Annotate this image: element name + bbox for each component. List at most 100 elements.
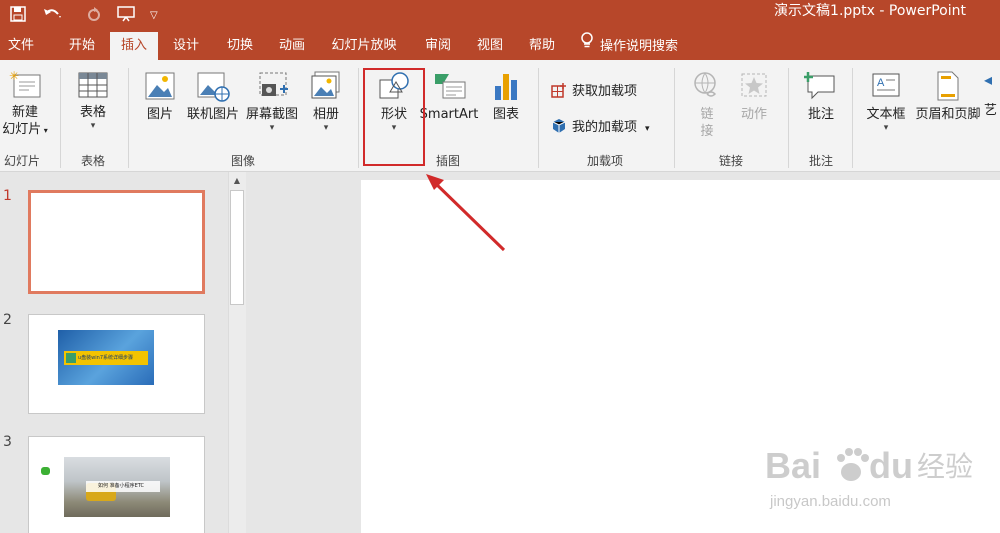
tab-slideshow[interactable]: 幻灯片放映	[324, 32, 404, 60]
action-button[interactable]: 动作	[732, 70, 776, 123]
tell-me-search[interactable]: 操作说明搜索	[580, 32, 710, 60]
ribbon-divider	[60, 68, 61, 168]
wechat-icon	[41, 467, 50, 475]
comment-label: 批注	[807, 107, 834, 122]
undo-icon[interactable]	[42, 6, 64, 26]
smartart-button[interactable]: SmartArt	[418, 70, 480, 123]
online-picture-button[interactable]: 联机图片	[184, 70, 242, 123]
my-addins-label: 我的加载项	[572, 120, 638, 135]
comment-button[interactable]: 批注	[798, 70, 844, 123]
group-label-tables: 表格	[80, 154, 105, 168]
get-addins-button[interactable]: 获取加载项	[550, 80, 660, 103]
my-addins-button[interactable]: 我的加载项 ▾	[550, 116, 670, 139]
chevron-down-icon: ▾	[269, 123, 275, 133]
chevron-down-icon: ▾	[645, 124, 650, 134]
chevron-down-icon: ▾	[90, 121, 96, 131]
link-globe-icon	[686, 70, 728, 106]
tab-view[interactable]: 视图	[468, 32, 512, 60]
tab-file[interactable]: 文件	[0, 32, 42, 60]
shapes-highlight-box	[363, 68, 425, 166]
group-label-links: 链接	[718, 154, 743, 168]
bar-chart-icon	[484, 70, 528, 106]
comment-icon	[798, 70, 844, 106]
picture-label: 图片	[146, 107, 173, 122]
slide-number: 2	[3, 312, 12, 328]
tab-home[interactable]: 开始	[58, 32, 106, 60]
addin-cube-icon	[550, 117, 568, 139]
album-button[interactable]: 相册 ▾	[304, 70, 348, 133]
new-slide-label-line1: 新建	[11, 105, 38, 120]
slide-3-caption: 如何 准备小程序ETC	[98, 483, 145, 489]
tab-insert[interactable]: 插入	[110, 32, 158, 60]
screenshot-label: 屏幕截图	[245, 107, 298, 122]
baidu-jingyan-watermark: Bai du 经验 jingyan.baidu.com	[765, 430, 995, 520]
windows-logo-icon	[66, 353, 76, 363]
chart-label: 图表	[492, 107, 519, 122]
chevron-down-icon: ▾	[323, 123, 329, 133]
new-slide-button[interactable]: ✳ 新建 幻灯片 ▾	[0, 69, 50, 139]
table-icon	[70, 70, 116, 104]
tell-me-label: 操作说明搜索	[600, 39, 679, 54]
tab-transitions[interactable]: 切换	[218, 32, 262, 60]
scrollbar-thumb[interactable]	[230, 190, 244, 305]
tab-review[interactable]: 审阅	[416, 32, 460, 60]
chevron-down-icon: ▾	[883, 123, 889, 133]
header-footer-icon	[912, 70, 984, 106]
slide-3-caption-box: 如何 准备小程序ETC	[86, 481, 160, 492]
slide-thumbnail-3[interactable]: 如何 准备小程序ETC	[28, 436, 205, 533]
ribbon-divider	[852, 68, 853, 168]
header-footer-label: 页眉和页脚	[915, 107, 981, 122]
new-slide-icon: ✳	[0, 69, 50, 104]
svg-text:A: A	[877, 77, 885, 89]
chart-button[interactable]: 图表	[484, 70, 528, 123]
screenshot-button[interactable]: 屏幕截图 ▾	[243, 70, 301, 133]
svg-text:经验: 经验	[917, 450, 973, 483]
group-label-comments: 批注	[808, 154, 833, 168]
wordart-button[interactable]: ◂ 艺	[984, 70, 1000, 119]
textbox-button[interactable]: A 文本框 ▾	[862, 70, 910, 133]
textbox-label: 文本框	[866, 107, 906, 122]
table-label: 表格	[79, 105, 106, 120]
slide-2-caption: u盘装win7系统详细步骤	[78, 355, 133, 361]
action-label: 动作	[740, 107, 767, 122]
picture-icon	[138, 70, 182, 106]
tab-animations[interactable]: 动画	[270, 32, 314, 60]
slide-2-banner: u盘装win7系统详细步骤	[64, 351, 148, 365]
lightbulb-icon	[580, 32, 594, 61]
wordart-icon: ◂	[984, 70, 993, 89]
svg-text:du: du	[869, 445, 913, 486]
screenshot-icon	[243, 70, 301, 106]
red-arrow-annotation	[426, 174, 506, 252]
smartart-icon	[418, 70, 480, 106]
online-picture-icon	[184, 70, 242, 106]
title-bar: ▽ 演示文稿1.pptx - PowerPoint	[0, 0, 1000, 32]
slide-number: 3	[3, 434, 12, 450]
tab-help[interactable]: 帮助	[520, 32, 564, 60]
chevron-down-icon: ▾	[41, 126, 48, 135]
table-button[interactable]: 表格 ▾	[70, 70, 116, 131]
textbox-icon: A	[862, 70, 910, 106]
photo-album-icon	[304, 70, 348, 106]
customize-icon[interactable]: ▽	[150, 10, 158, 21]
link-button[interactable]: 链 接	[686, 70, 728, 140]
online-picture-label: 联机图片	[186, 107, 239, 122]
new-slide-label-line2: 幻灯片	[2, 122, 42, 137]
tab-design[interactable]: 设计	[164, 32, 208, 60]
redo-icon[interactable]	[86, 6, 102, 26]
slide-thumbnail-2[interactable]: u盘装win7系统详细步骤	[28, 314, 205, 414]
picture-button[interactable]: 图片	[138, 70, 182, 123]
group-label-addins: 加载项	[586, 154, 623, 168]
ribbon-divider	[788, 68, 789, 168]
slide-2-image: u盘装win7系统详细步骤	[58, 330, 154, 385]
svg-text:✳: ✳	[9, 70, 19, 83]
slide-thumbnail-1[interactable]	[28, 190, 205, 294]
ribbon-divider	[128, 68, 129, 168]
svg-text:jingyan.baidu.com: jingyan.baidu.com	[769, 493, 891, 510]
save-icon[interactable]	[10, 6, 26, 26]
present-icon[interactable]	[116, 6, 136, 26]
get-addins-label: 获取加载项	[572, 84, 638, 99]
header-footer-button[interactable]: 页眉和页脚	[912, 70, 984, 123]
svg-text:Bai: Bai	[765, 445, 821, 486]
scroll-up-arrow-icon[interactable]: ▲	[228, 172, 246, 190]
action-star-icon	[732, 70, 776, 106]
